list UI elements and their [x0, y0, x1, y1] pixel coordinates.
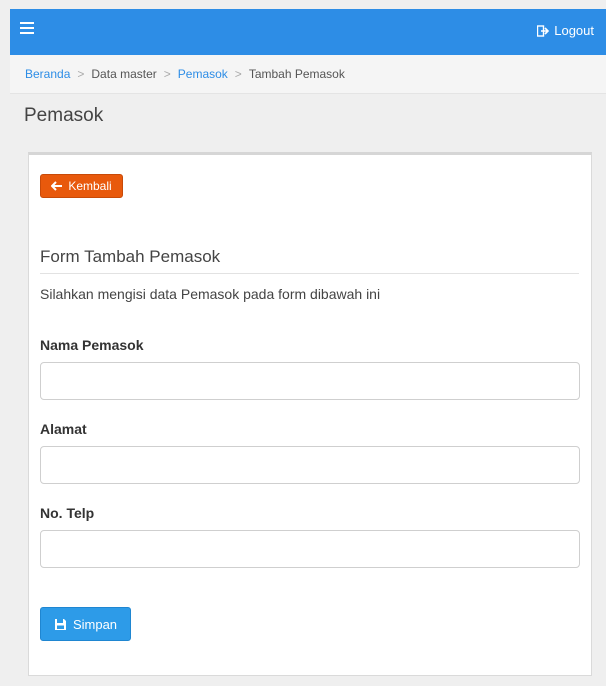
page-title: Pemasok [24, 105, 104, 126]
breadcrumb-beranda[interactable]: Beranda [25, 67, 70, 81]
back-button[interactable]: Kembali [40, 174, 123, 198]
save-button[interactable]: Simpan [40, 607, 131, 641]
breadcrumb-pemasok[interactable]: Pemasok [178, 67, 228, 81]
nama-pemasok-input[interactable] [40, 362, 580, 400]
form-description: Silahkan mengisi data Pemasok pada form … [40, 286, 381, 302]
arrow-left-icon [51, 181, 63, 191]
no-telp-input[interactable] [40, 530, 580, 568]
hamburger-menu-icon[interactable] [20, 22, 34, 40]
breadcrumb-current: Tambah Pemasok [248, 67, 345, 81]
top-navbar: Logout [10, 9, 606, 55]
floppy-disk-icon [54, 618, 66, 630]
alamat-label: Alamat [40, 421, 87, 437]
breadcrumb-separator: > [163, 67, 171, 81]
breadcrumb-separator: > [77, 67, 85, 81]
form-panel: Kembali Form Tambah Pemasok Silahkan men… [28, 152, 592, 676]
save-button-label: Simpan [72, 616, 118, 632]
breadcrumb: Beranda > Data master > Pemasok > Tambah Pemas… [10, 55, 606, 94]
breadcrumb-separator: > [234, 67, 242, 81]
nama-pemasok-label: Nama Pemasok [40, 337, 144, 353]
sign-out-icon [537, 24, 550, 37]
breadcrumb-data-master: Data master [91, 67, 157, 81]
logout-button[interactable]: Logout [537, 23, 594, 38]
form-title: Form Tambah Pemasok [40, 247, 579, 274]
alamat-input[interactable] [40, 446, 580, 484]
logout-label: Logout [554, 23, 594, 38]
no-telp-label: No. Telp [40, 505, 95, 521]
back-button-label: Kembali [68, 179, 112, 193]
